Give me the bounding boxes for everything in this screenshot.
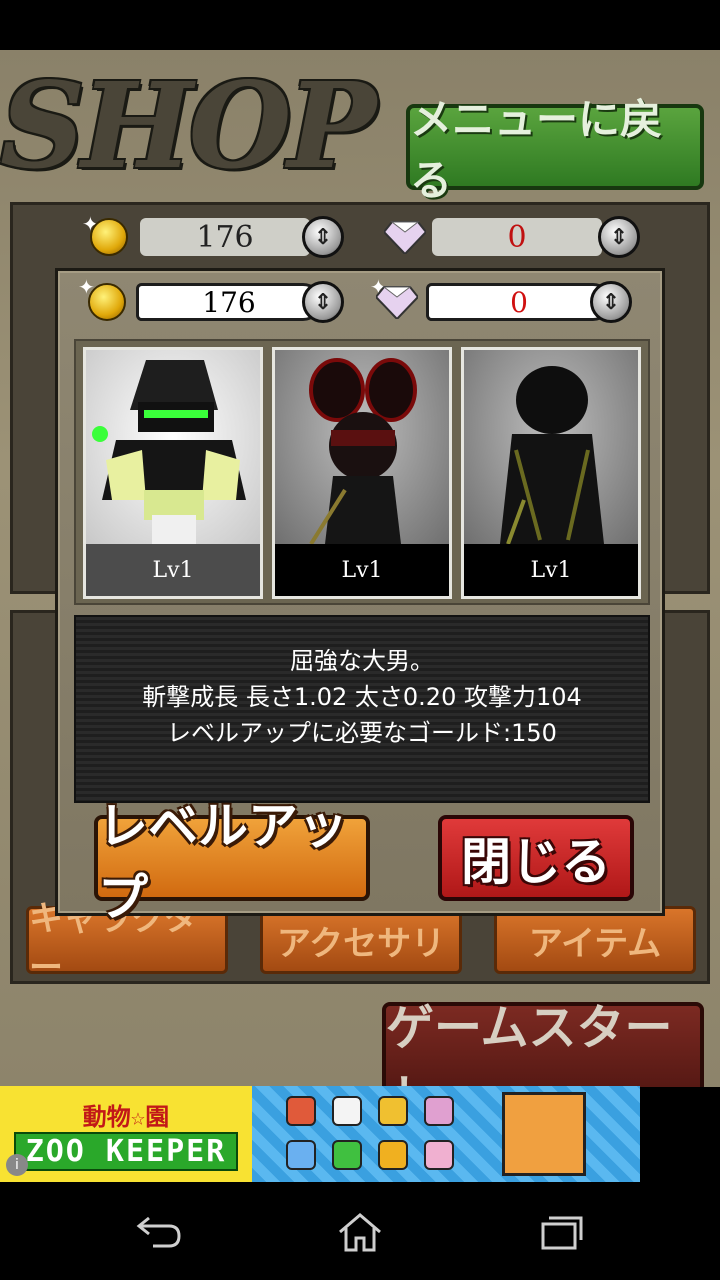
navigation-bar xyxy=(0,1182,720,1280)
close-button[interactable]: 閉じる xyxy=(438,815,634,901)
ad-title-main: ZOO KEEPER xyxy=(13,1132,239,1171)
character-list: Lv1 Lv1 Lv1 xyxy=(74,339,650,605)
character-level: Lv1 xyxy=(464,544,638,596)
ad-logo: 動物☆園 ZOO KEEPER xyxy=(0,1086,252,1182)
description-line: 屈強な大男。 xyxy=(290,647,434,675)
lion-icon xyxy=(378,1140,408,1170)
character-card-3[interactable]: Lv1 xyxy=(461,347,641,599)
add-gold-icon[interactable]: ⇕ xyxy=(302,281,344,323)
gold-coin-icon xyxy=(88,283,126,321)
gem-counter: 0 xyxy=(426,283,612,321)
level-up-button[interactable]: レベルアップ xyxy=(94,797,370,927)
character-dialog: ✦ 176 ⇕ ✦ 0 ⇕ Lv1 Lv1 Lv1 屈強な大男。 斬撃成長 長さ… xyxy=(55,268,665,927)
ad-info-icon[interactable]: i xyxy=(6,1154,28,1176)
locked-character-silhouette-icon xyxy=(500,366,604,545)
ad-title-top: 動物☆園 xyxy=(82,1103,170,1131)
game-start-button[interactable]: ゲームスタート xyxy=(382,1000,704,1087)
diamond-icon xyxy=(376,286,418,319)
character-portrait xyxy=(464,350,638,545)
gold-counter: 176 xyxy=(136,283,322,321)
description-line: 斬撃成長 長さ1.02 太さ0.20 攻撃力104 xyxy=(142,683,582,711)
character-card-1[interactable]: Lv1 xyxy=(83,347,263,599)
monkey-icon xyxy=(286,1096,316,1126)
back-icon[interactable] xyxy=(134,1210,184,1254)
tab-item[interactable]: アイテム xyxy=(494,906,696,974)
ad-banner[interactable]: 動物☆園 ZOO KEEPER i xyxy=(0,1086,640,1182)
gold-coin-icon xyxy=(90,218,128,256)
elephant-icon xyxy=(286,1140,316,1170)
menu-back-button[interactable]: メニューに戻る xyxy=(406,95,704,205)
background-add-gold-icon[interactable]: ⇕ xyxy=(302,216,344,258)
rabbit-icon xyxy=(424,1140,454,1170)
character-description: 屈強な大男。 斬撃成長 長さ1.02 太さ0.20 攻撃力104 レベルアップに… xyxy=(74,615,650,803)
add-gem-icon[interactable]: ⇕ xyxy=(590,281,632,323)
home-icon[interactable] xyxy=(335,1210,385,1254)
character-level: Lv1 xyxy=(86,544,260,596)
zookeeper-mascot-icon xyxy=(502,1092,586,1176)
shop-title: SHOP xyxy=(0,56,376,195)
character-level: Lv1 xyxy=(275,544,449,596)
background-add-gem-icon[interactable]: ⇕ xyxy=(598,216,640,258)
background-gold-counter: 176 xyxy=(140,218,310,256)
giraffe-icon xyxy=(378,1096,408,1126)
character-portrait xyxy=(86,350,260,544)
character-portrait xyxy=(275,350,449,546)
hippo-icon xyxy=(424,1096,454,1126)
description-line: レベルアップに必要なゴールド:150 xyxy=(167,719,557,747)
panda-icon xyxy=(332,1096,362,1126)
locked-character-silhouette-icon xyxy=(309,358,417,546)
character-card-2[interactable]: Lv1 xyxy=(272,347,452,599)
diamond-icon xyxy=(384,221,426,254)
recent-apps-icon[interactable] xyxy=(536,1210,586,1254)
background-gem-counter: 0 xyxy=(432,218,602,256)
status-bar xyxy=(0,0,720,50)
armored-warrior-icon xyxy=(92,360,246,544)
frog-icon xyxy=(332,1140,362,1170)
